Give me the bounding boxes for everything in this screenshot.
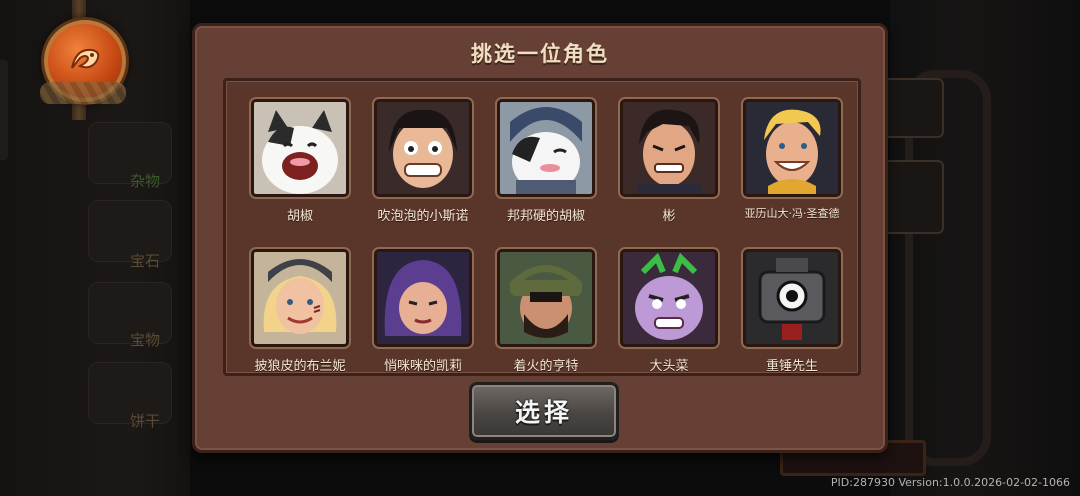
select-button[interactable]: 选择 (469, 382, 619, 440)
character-name: 着火的亨特 (513, 359, 579, 374)
dialog-title: 挑选一位角色 (471, 42, 609, 66)
helmet-bearded-man-portrait-icon (497, 249, 595, 347)
character-card-mr-hammer[interactable]: 重锤先生 (737, 249, 847, 374)
character-select-dialog: 挑选一位角色 胡椒 吹泡泡的小斯诺 邦邦硬的胡椒 彬 亚历山大·冯·圣查德 披狼… (192, 23, 888, 453)
character-card-hunter[interactable]: 着火的亨特 (491, 249, 601, 374)
background-category-label: 饼干 (130, 412, 161, 430)
background-category-label: 宝石 (130, 252, 161, 270)
turnip-monster-portrait-icon (620, 249, 718, 347)
medallion-rope (40, 82, 126, 104)
character-card-bin[interactable]: 彬 (614, 99, 724, 224)
background-category-label: 杂物 (130, 172, 161, 190)
character-name: 邦邦硬的胡椒 (506, 209, 585, 224)
girl-bangs-portrait-icon (374, 99, 472, 197)
dark-hair-man-portrait-icon (620, 99, 718, 197)
character-name: 悄咪咪的凯莉 (383, 359, 462, 374)
blond-man-portrait-icon (743, 99, 841, 197)
character-name: 大头菜 (649, 359, 689, 374)
character-name: 彬 (662, 209, 676, 224)
white-cat-portrait-icon (251, 99, 349, 197)
blonde-girl-beanie-portrait-icon (251, 249, 349, 347)
select-button-label: 选择 (514, 398, 573, 427)
background-right-slot (880, 78, 944, 138)
character-roster: 胡椒 吹泡泡的小斯诺 邦邦硬的胡椒 彬 亚历山大·冯·圣查德 披狼皮的布兰妮 悄… (223, 78, 861, 376)
character-card-pepper[interactable]: 胡椒 (245, 99, 355, 224)
version-info: PID:287930 Version:1.0.0.2026-02-02-1066 (830, 476, 1070, 489)
character-card-armored-pepper[interactable]: 邦邦硬的胡椒 (491, 99, 601, 224)
background-right-slot (880, 160, 944, 234)
character-card-britney[interactable]: 披狼皮的布兰妮 (245, 249, 355, 374)
armored-cat-portrait-icon (497, 99, 595, 197)
hammer-robot-portrait-icon (743, 249, 841, 347)
character-card-alexander[interactable]: 亚历山大·冯·圣查德 (737, 99, 847, 221)
background-edge-tab (0, 60, 8, 160)
purple-hair-girl-portrait-icon (374, 249, 472, 347)
character-card-kelly[interactable]: 悄咪咪的凯莉 (368, 249, 478, 374)
character-card-turnip[interactable]: 大头菜 (614, 249, 724, 374)
character-card-snow[interactable]: 吹泡泡的小斯诺 (368, 99, 478, 224)
character-name: 吹泡泡的小斯诺 (377, 209, 469, 224)
character-name: 亚历山大·冯·圣查德 (744, 207, 840, 220)
character-name: 披狼皮的布兰妮 (254, 359, 346, 374)
character-name: 胡椒 (286, 209, 313, 224)
character-name: 重锤先生 (765, 359, 818, 374)
background-category-label: 宝物 (130, 331, 161, 349)
